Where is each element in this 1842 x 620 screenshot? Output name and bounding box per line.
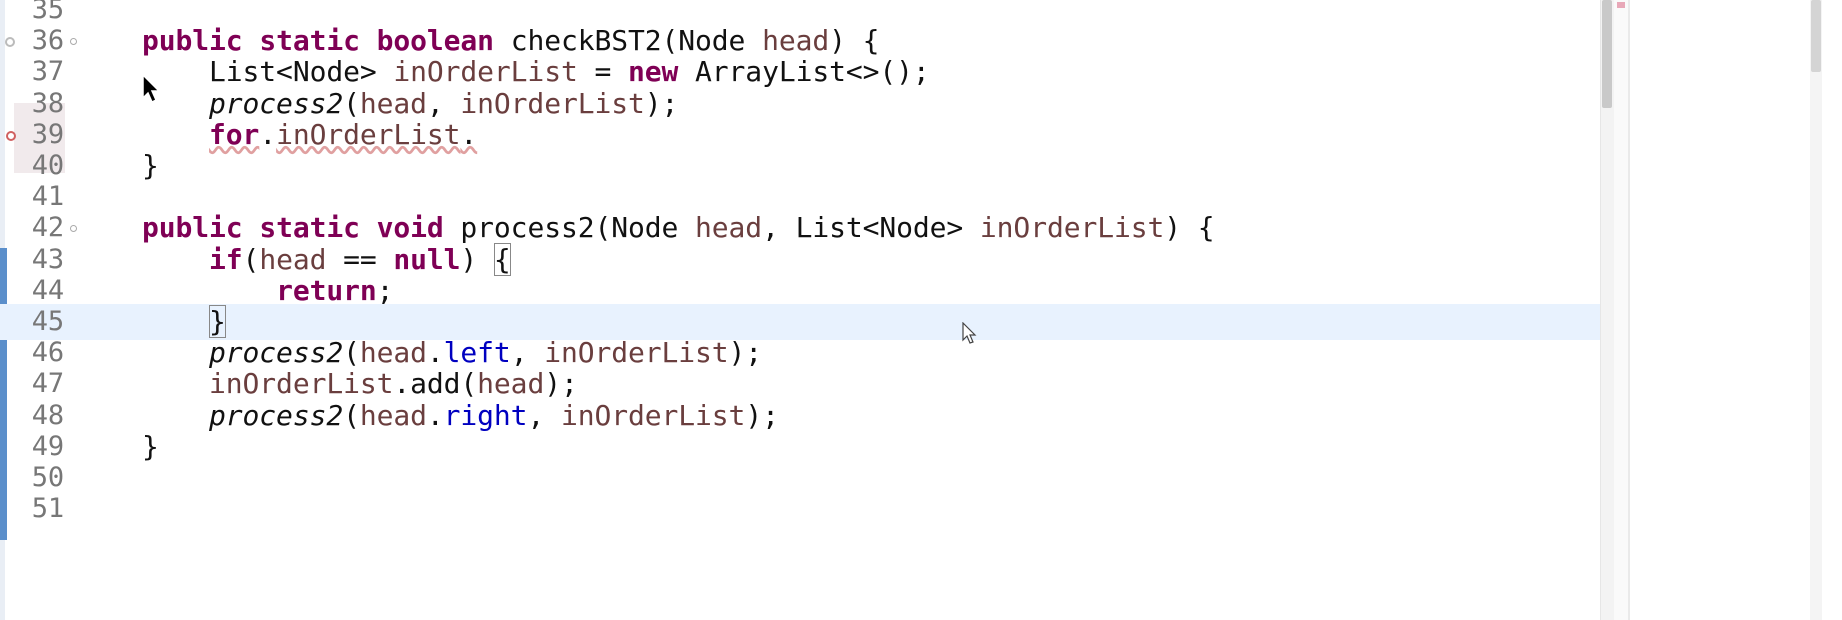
code-token: head [762,24,830,58]
code-token: inOrderList [460,86,645,120]
code-token: null [393,242,461,276]
code-token: , [527,398,561,432]
overview-ruler[interactable] [1614,0,1628,620]
code-token: inOrderList [544,336,729,370]
code-token: inOrderList [276,117,461,151]
code-token: } [209,305,226,338]
fold-toggle-icon[interactable] [70,225,77,233]
side-panel-scrollbar[interactable] [1810,0,1822,620]
code-token: void [376,211,444,245]
code-token: public [142,211,243,245]
code-token: inOrderList [979,211,1165,245]
code-token: new [628,55,679,89]
code-token: ( [343,398,360,432]
code-token: .add( [393,367,478,401]
mouse-cursor-icon [962,322,977,344]
code-token: . [426,398,444,432]
code-token: == [326,242,394,276]
code-token: process2 [209,86,344,120]
error-marker-icon[interactable] [6,130,16,141]
code-token: ); [644,86,679,120]
code-token: head [359,86,427,120]
code-token: ) { [829,24,880,58]
gutter-stripe [0,540,5,620]
code-token: ) [460,242,494,276]
code-token: return [276,273,377,307]
code-token: List<Node> [142,55,394,89]
code-token: head [359,398,427,432]
code-token: , [426,86,461,120]
code-token: head [477,367,545,401]
code-token: if [209,242,243,276]
code-token: ); [745,398,779,432]
code-token: checkBST2(Node [493,24,763,58]
side-panel-scrollbar-thumb[interactable] [1811,0,1821,72]
code-token: process2(Node [443,211,696,245]
code-editor[interactable]: 35 36 public static boolean checkBST2(Node… [0,0,1842,620]
code-token: , [510,336,545,370]
fold-toggle-icon[interactable] [70,38,77,46]
code-token: ( [343,336,360,370]
code-token: inOrderList [209,367,394,401]
scrollbar-thumb[interactable] [1602,0,1612,108]
code-token: static [259,24,360,58]
code-token: { [493,242,511,276]
code-token: . [460,117,478,151]
code-token: . [426,336,444,370]
mouse-pointer-icon [142,74,161,104]
code-token: ( [242,242,260,276]
code-token: . [259,117,277,151]
code-token: ) { [1164,211,1215,245]
code-token: public [142,24,243,58]
code-token: inOrderList [393,55,578,89]
code-token: inOrderList [560,398,746,432]
line-number[interactable]: 51 [0,491,64,527]
code-token: = [577,55,628,89]
code-token: head [259,242,327,276]
code-token: head [359,336,427,370]
code-token: ( [343,86,360,120]
code-token: ); [728,336,763,370]
code-token: process2 [209,336,344,370]
code-token: ; [376,273,394,307]
code-token: ); [544,367,578,401]
code-token: } [142,149,159,182]
code-line-51[interactable]: 51 [0,491,1600,527]
code-token: head [695,211,763,245]
code-token: boolean [376,24,494,58]
code-token: , List<Node> [762,211,980,245]
overview-error-mark[interactable] [1617,2,1625,8]
code-token: right [443,398,528,432]
code-token: static [259,211,360,245]
code-token: for [209,117,260,151]
code-token: } [142,429,159,463]
code-token: process2 [209,398,344,432]
code-token: left [443,336,511,370]
code-token: ArrayList<>(); [678,55,930,89]
